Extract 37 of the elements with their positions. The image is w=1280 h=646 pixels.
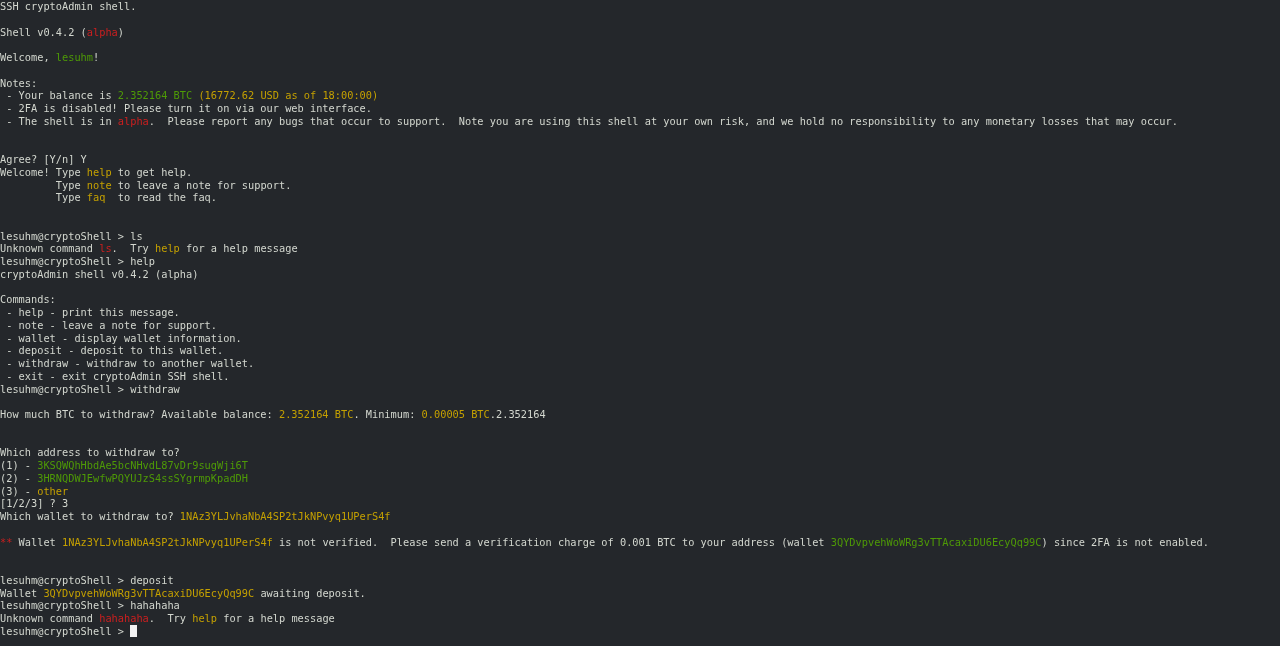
terminal-line: Which address to withdraw to? [0,446,180,459]
terminal-line: - withdraw - withdraw to another wallet. [5,357,255,370]
terminal-line: [1/2/3] ? 3 [0,497,69,510]
terminal-line: Welcome! Type help to get help. [0,165,193,179]
terminal-line: Welcome, lesuhm! [0,51,100,64]
terminal-line: - exit - exit cryptoAdmin SSH shell. [5,369,230,383]
terminal-line: lesuhm@cryptoShell > deposit [0,573,174,587]
terminal-line: Commands: [0,293,56,306]
terminal-line: (3) - other [0,484,69,498]
text-cursor [130,625,138,638]
terminal-line: lesuhm@cryptoShell > hahahaha [0,599,180,612]
terminal-line: - Your balance is 2.352164 BTC (16772.62 USD as of 18:00:00) [5,89,379,102]
terminal-line: - wallet - display wallet information. [5,331,242,345]
terminal-line: lesuhm@cryptoShell > help [0,255,155,268]
terminal-line: Type faq to read the faq. [54,191,217,204]
terminal-line: Unknown command ls. Try help for a help message [0,242,298,255]
terminal-line: - The shell is in alpha. Please report any bugs that occur to support. Note you are using this shell at your own risk, and we hold no responsibility to any monetary losses that may occur. [5,114,1178,128]
terminal-line: Wallet 3QYDvpvehWoWRg3vTTAcaxiDU6EcyQq99C awaiting deposit. [0,586,366,600]
terminal-line: - 2FA is disabled! Please turn it on via our web interface. [5,102,372,115]
terminal-line: - deposit - deposit to this wallet. [5,344,224,357]
terminal-line: How much BTC to withdraw? Available balance: 2.352164 BTC. Minimum: 0.00005 BTC.2.352164 [0,408,546,421]
terminal-prompt: lesuhm@cryptoShell > [0,624,125,638]
terminal-line: (1) - 3KSQWQhHbdAe5bcNHvdL87vDr9sugWji6T [0,459,248,472]
terminal-line: Shell v0.4.2 (alpha) [0,25,124,39]
terminal-line: - note - leave a note for support. [5,318,217,332]
terminal-line: (2) - 3HRNQDWJEwfwPQYUJzS4ssSYgrmpKpadDH [0,471,248,485]
terminal-line: Notes: [0,76,38,90]
terminal-line: cryptoAdmin shell v0.4.2 (alpha) [0,267,199,281]
terminal-line: ** Wallet 1NAz3YLJvhaNbA4SP2tJkNPvyq1UPerS4f is not verified. Please send a verification charge of 0.001 BTC to your address (wallet 3QYDvpvehWoWRg3vTTAcaxiDU6EcyQq99C) since 2FA is not enabled. [0,535,1209,549]
terminal-line: - help - print this message. [5,306,180,319]
terminal-line: Type note to leave a note for support. [54,178,292,192]
terminal-line: Which wallet to withdraw to? 1NAz3YLJvhaNbA4SP2tJkNPvyq1UPerS4f [0,510,391,523]
terminal-line: SSH cryptoAdmin shell. [0,0,137,13]
terminal-line: Unknown command hahahaha. Try help for a help message [0,612,335,625]
terminal-line: Agree? [Y/n] Y [0,153,87,166]
terminal-line: lesuhm@cryptoShell > ls [0,229,143,243]
terminal-line: lesuhm@cryptoShell > withdraw [0,382,180,396]
